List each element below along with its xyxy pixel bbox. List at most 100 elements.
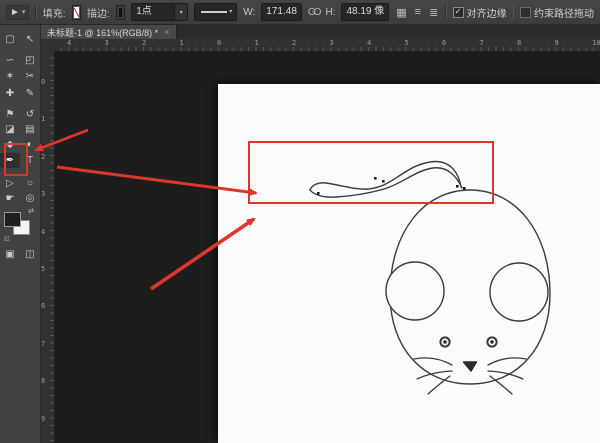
shape-height-input[interactable]: 48.19 像 xyxy=(341,3,390,21)
tool-row: ∽ ◰ xyxy=(0,53,40,68)
crop-tool[interactable]: ◰ xyxy=(20,53,40,68)
fill-color-swatch[interactable] xyxy=(71,4,81,20)
tool-preset-picker[interactable]: ► ▾ xyxy=(6,4,30,20)
stroke-type-dropdown[interactable]: ▾ xyxy=(194,3,238,21)
align-edges-checkbox[interactable]: ✓ xyxy=(452,6,464,18)
v-ruler-label: 4 xyxy=(41,227,46,236)
v-ruler-label: 5 xyxy=(41,265,46,273)
tool-row: ▢ ↖ xyxy=(0,32,40,47)
h-ruler-label: 10 xyxy=(592,39,600,47)
vertical-ruler: 0 1 2 3 4 5 6 7 8 9 xyxy=(40,51,55,443)
h-ruler-label: 2 xyxy=(292,39,297,47)
options-bar: ► ▾ 填充: 描边: 1点 ▾ ▾ W: 171.48 GO H: 48.19… xyxy=(0,0,600,25)
path-anchor-point xyxy=(317,192,320,195)
path-anchor-point xyxy=(463,187,466,190)
mouse-left-ear xyxy=(385,261,445,321)
h-ruler-label: 1 xyxy=(179,39,184,47)
h-ruler-label: 4 xyxy=(367,39,372,47)
h-ruler-label: 3 xyxy=(104,39,109,47)
tool-row: ◆ ◐ xyxy=(0,137,40,152)
quick-mask-button[interactable]: ▣ xyxy=(0,247,20,262)
divider xyxy=(35,4,37,20)
document-tab-title: 未标题-1 @ 161%(RGB/8) * xyxy=(47,27,159,38)
mouse-right-ear xyxy=(489,262,549,322)
default-colors-icon[interactable]: ◱ xyxy=(4,236,10,242)
align-edges-label: 对齐边缘 xyxy=(466,8,507,20)
constrain-path-checkbox[interactable] xyxy=(520,6,531,18)
path-anchor-point xyxy=(456,185,459,188)
pen-tool[interactable]: ✒ xyxy=(0,153,20,168)
screen-mode-button[interactable]: ◫ xyxy=(20,247,40,262)
mouse-tail-upper-edge xyxy=(309,160,462,191)
color-wells: ⇄ ◱ xyxy=(4,208,34,242)
dodge-tool[interactable]: ◐ xyxy=(20,137,40,152)
h-ruler-label: 4 xyxy=(67,39,72,47)
stroke-style-preview xyxy=(201,11,228,13)
magic-wand-tool[interactable]: ✶ xyxy=(0,69,20,84)
close-icon[interactable]: × xyxy=(164,27,169,37)
current-tool-icon: ► xyxy=(10,6,20,18)
mouse-drawing xyxy=(309,160,551,395)
history-brush-tool[interactable]: ↺ xyxy=(20,107,40,122)
rectangular-marquee-tool[interactable]: ▢ xyxy=(0,32,20,47)
align-edges-option[interactable]: ✓ 对齐边缘 xyxy=(452,5,507,20)
v-ruler-label: 9 xyxy=(41,414,46,423)
fill-label: 填充: xyxy=(42,8,66,20)
document-tab-bar: 未标题-1 @ 161%(RGB/8) * × xyxy=(40,25,600,40)
document-tab[interactable]: 未标题-1 @ 161%(RGB/8) * × xyxy=(40,25,178,39)
hand-tool[interactable]: ☛ xyxy=(0,191,20,206)
stroke-color-swatch[interactable] xyxy=(115,4,126,20)
canvas[interactable] xyxy=(218,84,600,443)
divider xyxy=(512,4,514,20)
move-tool[interactable]: ↖ xyxy=(20,32,40,47)
lasso-tool[interactable]: ∽ xyxy=(0,53,20,68)
clone-stamp-tool[interactable]: ⚑ xyxy=(0,107,20,122)
stroke-label: 描边: xyxy=(87,8,110,20)
tool-row: ▷ ○ xyxy=(0,176,40,191)
chevron-down-icon: ▾ xyxy=(21,9,26,16)
path-arrangement-icon[interactable]: ≣ xyxy=(428,6,439,19)
v-ruler-label: 0 xyxy=(41,78,46,86)
h-ruler-label: 2 xyxy=(142,39,147,47)
h-ruler-label: 7 xyxy=(479,39,484,47)
h-ruler-label: 6 xyxy=(442,39,447,47)
eraser-tool[interactable]: ◪ xyxy=(0,122,20,137)
v-ruler-label: 8 xyxy=(41,377,46,386)
h-ruler-label: 0 xyxy=(217,39,222,47)
swap-colors-icon[interactable]: ⇄ xyxy=(28,208,34,215)
tool-row: ✒ T xyxy=(0,153,40,168)
type-tool[interactable]: T xyxy=(20,153,40,168)
gradient-tool[interactable]: ▤ xyxy=(20,122,40,137)
tool-row: ☛ ◎ xyxy=(0,191,40,206)
h-ruler-label: 5 xyxy=(404,39,409,47)
foreground-color-swatch[interactable] xyxy=(4,212,21,227)
stroke-width-input[interactable]: 1点 xyxy=(131,3,176,21)
h-ruler-label: 8 xyxy=(517,39,522,47)
path-alignment-icon[interactable]: ≡ xyxy=(414,6,422,18)
path-operations-icon[interactable]: ▦ xyxy=(395,6,407,19)
tool-row: ▣ ◫ xyxy=(0,247,40,262)
brush-tool[interactable]: ✎ xyxy=(20,86,40,101)
zoom-tool[interactable]: ◎ xyxy=(20,191,40,206)
h-ruler-label: 1 xyxy=(254,39,259,47)
stroke-width-dropdown[interactable]: ▾ xyxy=(175,3,189,21)
link-dimensions-icon[interactable]: GO xyxy=(308,7,321,18)
shape-tool[interactable]: ○ xyxy=(20,176,40,191)
width-label: W: xyxy=(243,6,256,18)
tool-row: ◪ ▤ xyxy=(0,122,40,137)
v-ruler-label: 6 xyxy=(41,302,46,311)
v-ruler-label: 3 xyxy=(41,190,46,199)
path-selection-tool[interactable]: ▷ xyxy=(0,176,20,191)
slice-tool[interactable]: ✂ xyxy=(20,69,40,84)
tool-row: ⚑ ↺ xyxy=(0,107,40,122)
blur-tool[interactable]: ◆ xyxy=(0,137,20,152)
shape-width-input[interactable]: 171.48 xyxy=(261,3,302,21)
v-ruler-label: 1 xyxy=(41,115,46,124)
height-label: H: xyxy=(325,6,336,18)
toolbox-panel: ⇄ ◱ ▢ ↖ ∽ ◰ ✶ ✂ ✚ ✎ ⚑ ↺ ◪ ▤ ◆ ◐ ✒ T ▷ ○ ☛ ◎ ▣ ◫ xyxy=(0,25,41,443)
healing-brush-tool[interactable]: ✚ xyxy=(0,86,20,101)
photoshop-window: ► ▾ 填充: 描边: 1点 ▾ ▾ W: 171.48 GO H: 48.19… xyxy=(0,0,600,443)
tool-row: ✚ ✎ xyxy=(0,86,40,101)
h-ruler-label: 9 xyxy=(554,39,559,47)
constrain-path-option[interactable]: 约束路径拖动 xyxy=(520,5,594,20)
